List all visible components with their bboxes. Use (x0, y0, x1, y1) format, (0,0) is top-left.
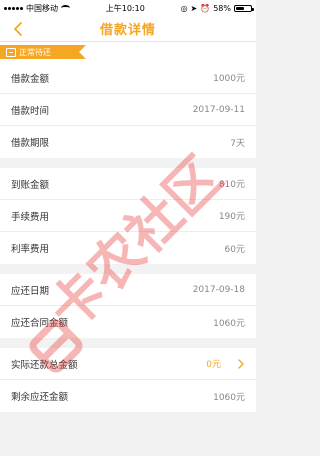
repayment-value: 0元 (206, 357, 245, 370)
due-info-group: 应还日期 2017-09-18 应还合同金额 1060元 (0, 274, 256, 338)
bill-icon (6, 47, 16, 57)
row-value: 810元 (218, 180, 245, 190)
row-label: 借款期限 (11, 138, 50, 149)
status-left: 中国移动 (4, 3, 70, 14)
navigation-icon: ➤ (190, 3, 198, 13)
row-value: 190元 (218, 212, 245, 222)
loan-info-group: 借款金额 1000元 借款时间 2017-09-11 借款期限 7天 (0, 62, 256, 158)
page-title: 借款详情 (99, 23, 156, 38)
row-value: 60元 (224, 244, 245, 255)
row-value: 7天 (230, 138, 245, 149)
chevron-right-icon (238, 358, 244, 369)
nav-bar: 借款详情 (0, 16, 256, 42)
row-label: 利率费用 (11, 244, 50, 255)
back-button[interactable] (8, 19, 28, 39)
row-value: 1000元 (213, 74, 245, 84)
row-label: 应还日期 (11, 285, 50, 297)
row-label: 手续费用 (11, 211, 50, 223)
alarm-icon: ⏰ (200, 3, 211, 13)
row-value: 0元 (206, 360, 221, 370)
clock: 上午10:10 (105, 3, 145, 13)
row-label: 实际还款总金额 (11, 359, 78, 371)
fee-info-group: 到账金额 810元 手续费用 190元 利率费用 60元 (0, 168, 256, 264)
status-banner-area: 正常待还 (0, 42, 256, 62)
signal-icon (4, 6, 23, 10)
status-right: ◎ ➤ ⏰ 58% (180, 3, 254, 13)
row-contract-amount: 应还合同金额 1060元 (0, 306, 256, 338)
location-icon: ◎ (180, 3, 188, 13)
battery-fill (236, 6, 245, 10)
battery-icon (234, 4, 254, 12)
row-loan-term: 借款期限 7天 (0, 126, 256, 158)
row-value: 2017-09-18 (192, 284, 245, 295)
repayment-group: 实际还款总金额 0元 剩余应还金额 1060元 (0, 348, 256, 412)
row-label: 借款金额 (11, 73, 50, 85)
row-received-amount: 到账金额 810元 (0, 168, 256, 200)
carrier-label: 中国移动 (26, 3, 58, 13)
wifi-icon (61, 5, 70, 11)
row-label: 剩余应还金额 (11, 392, 69, 403)
status-banner: 正常待还 (0, 45, 86, 59)
row-value: 2017-09-11 (192, 104, 245, 115)
row-due-date: 应还日期 2017-09-18 (0, 274, 256, 306)
row-actual-repayment[interactable]: 实际还款总金额 0元 (0, 348, 256, 380)
row-label: 借款时间 (11, 105, 50, 117)
row-label: 到账金额 (11, 179, 50, 191)
row-value: 1060元 (213, 318, 245, 329)
status-banner-label: 正常待还 (19, 47, 51, 57)
row-loan-amount: 借款金额 1000元 (0, 62, 256, 94)
row-remaining-amount: 剩余应还金额 1060元 (0, 380, 256, 412)
battery-percent: 58% (213, 3, 231, 13)
status-bar: 中国移动 上午10:10 ◎ ➤ ⏰ 58% (0, 0, 256, 16)
row-loan-date: 借款时间 2017-09-11 (0, 94, 256, 126)
row-interest-fee: 利率费用 60元 (0, 232, 256, 264)
chevron-left-icon (14, 22, 22, 36)
row-label: 应还合同金额 (11, 318, 69, 329)
row-value: 1060元 (213, 392, 245, 403)
row-service-fee: 手续费用 190元 (0, 200, 256, 232)
